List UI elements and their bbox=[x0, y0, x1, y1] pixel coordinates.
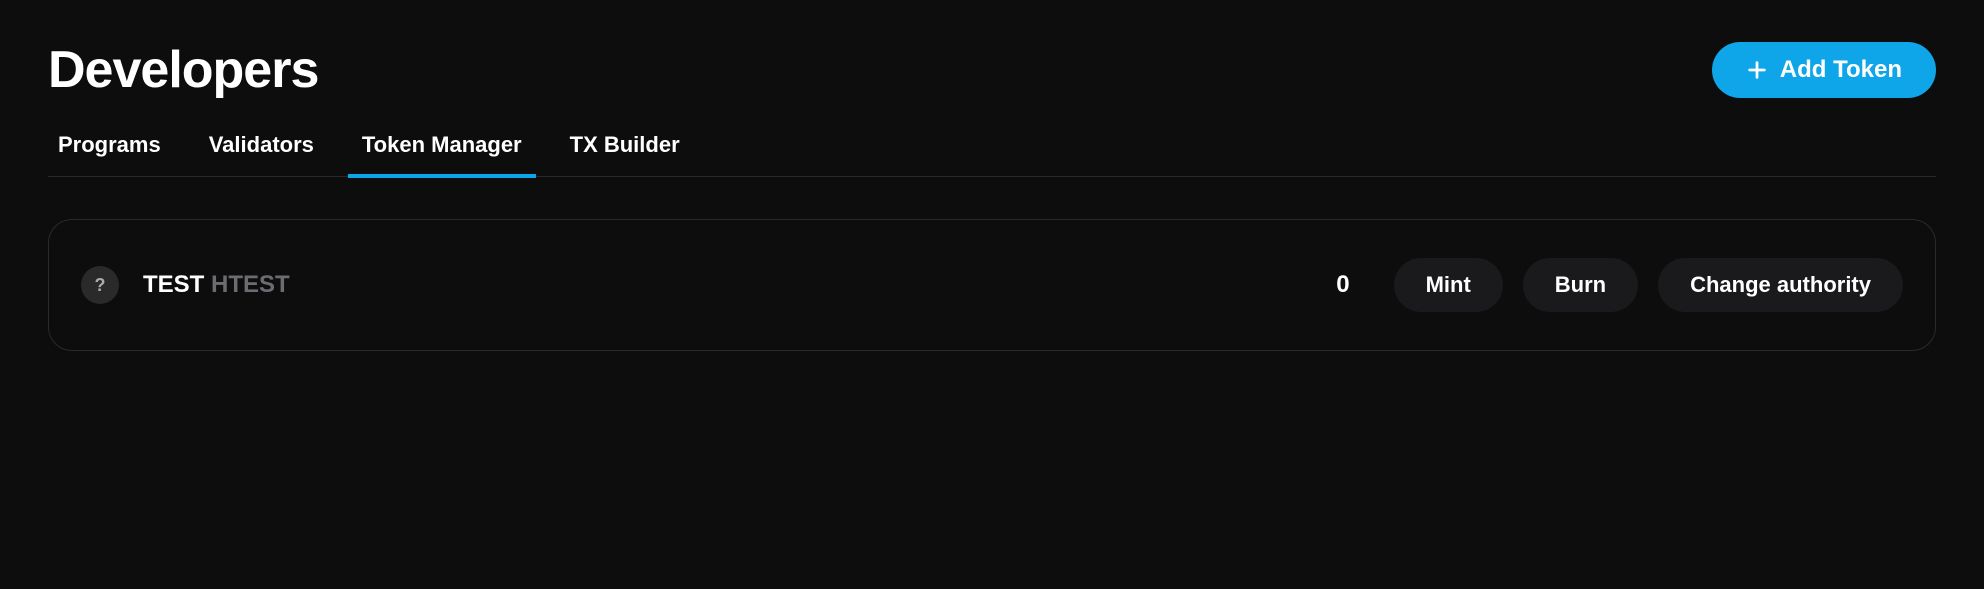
tab-programs[interactable]: Programs bbox=[58, 132, 161, 176]
token-row: ? TEST HTEST 0 Mint Burn Change authorit… bbox=[48, 219, 1936, 351]
token-icon: ? bbox=[81, 266, 119, 304]
mint-button[interactable]: Mint bbox=[1394, 258, 1503, 312]
tab-token-manager[interactable]: Token Manager bbox=[362, 132, 522, 176]
tabs: Programs Validators Token Manager TX Bui… bbox=[48, 132, 1936, 177]
change-authority-button[interactable]: Change authority bbox=[1658, 258, 1903, 312]
tab-validators[interactable]: Validators bbox=[209, 132, 314, 176]
token-amount: 0 bbox=[1336, 271, 1349, 299]
add-token-label: Add Token bbox=[1780, 56, 1902, 84]
add-token-button[interactable]: Add Token bbox=[1712, 42, 1936, 98]
token-symbol: HTEST bbox=[211, 271, 290, 298]
page-title: Developers bbox=[48, 40, 318, 100]
token-name-label: TEST HTEST bbox=[143, 271, 290, 299]
burn-button[interactable]: Burn bbox=[1523, 258, 1638, 312]
plus-icon bbox=[1746, 59, 1768, 81]
tab-tx-builder[interactable]: TX Builder bbox=[570, 132, 680, 176]
token-name: TEST bbox=[143, 271, 204, 298]
